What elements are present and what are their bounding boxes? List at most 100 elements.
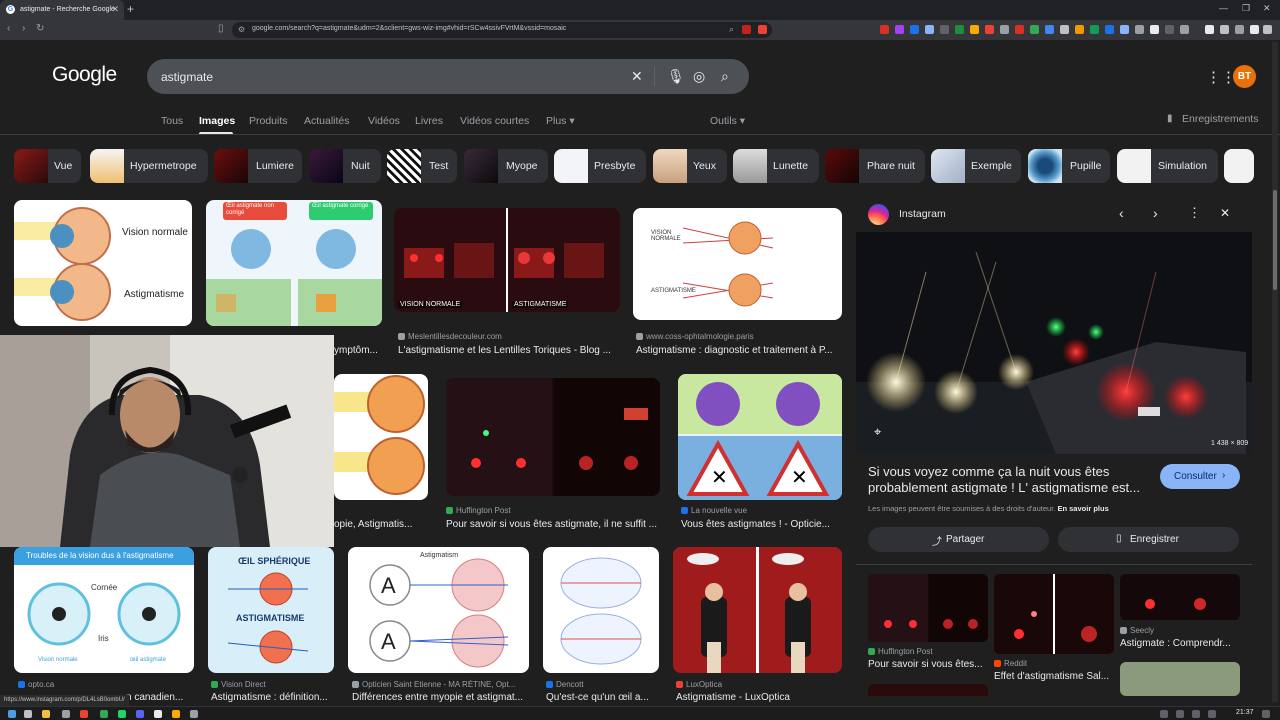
menu-icon[interactable] — [1263, 25, 1272, 34]
chip-exemple[interactable]: Exemple — [931, 149, 1021, 183]
extension-icon[interactable] — [1165, 25, 1174, 34]
panel-source[interactable]: Instagram — [899, 208, 946, 220]
related-source[interactable]: Reddit — [994, 659, 1027, 668]
more-options-icon[interactable]: ⋮ — [1188, 205, 1201, 221]
share-button[interactable]: ⤴ Partager — [868, 527, 1049, 552]
microphone-icon[interactable]: 🎙 — [667, 68, 685, 85]
chip-vue[interactable]: Vue — [14, 149, 81, 183]
chip-yeux[interactable]: Yeux — [653, 149, 727, 183]
chip-more[interactable] — [1224, 149, 1254, 183]
zoom-icon[interactable]: ⌕ — [729, 24, 734, 35]
related-image[interactable] — [994, 574, 1114, 654]
result-image[interactable] — [446, 378, 660, 496]
tab-actualites[interactable]: Actualités — [304, 115, 350, 127]
extension-icon[interactable] — [1220, 25, 1229, 34]
maximize-icon[interactable]: ❐ — [1242, 3, 1250, 14]
extension-icon[interactable] — [970, 25, 979, 34]
result-image[interactable]: Troubles de la vision dus à l'astigmatis… — [14, 547, 194, 673]
extension-icon[interactable] — [925, 25, 934, 34]
result-source[interactable]: Opticien Saint Etienne - MA RÉTINE, Opt.… — [352, 680, 530, 689]
side-panel-icon[interactable] — [1205, 25, 1214, 34]
save-button[interactable]: ▯ Enregistrer — [1058, 527, 1239, 552]
chip-hypermetrope[interactable]: Hypermetrope — [90, 149, 208, 183]
app-icon[interactable] — [62, 710, 70, 718]
chip-myope[interactable]: Myope — [464, 149, 548, 183]
extension-icon[interactable] — [1015, 25, 1024, 34]
wifi-icon[interactable] — [1192, 710, 1200, 718]
tab-livres[interactable]: Livres — [415, 115, 443, 127]
scrollbar[interactable] — [1272, 42, 1278, 702]
close-window-icon[interactable]: ✕ — [1263, 3, 1271, 14]
result-title[interactable]: Pour savoir si vous êtes astigmate, il n… — [446, 519, 660, 530]
google-logo[interactable]: Google — [52, 63, 117, 87]
result-image[interactable]: VISION NORMALE ASTIGMATISME — [394, 208, 620, 312]
extension-icon[interactable] — [985, 25, 994, 34]
search-input[interactable]: astigmate — [161, 70, 213, 84]
preview-image[interactable]: ⌖ 1 438 × 809 — [856, 232, 1252, 454]
result-image[interactable]: Vision normale Astigmatisme — [14, 200, 192, 326]
extension-icon[interactable] — [1045, 25, 1054, 34]
next-icon[interactable]: › — [1153, 205, 1158, 221]
tab-images[interactable]: Images — [199, 115, 235, 127]
browser-tab[interactable]: G astigmate - Recherche Google ✕ — [0, 0, 124, 20]
result-source[interactable]: LuxOptica — [676, 680, 722, 689]
lens-search-icon[interactable]: ⌖ — [874, 424, 881, 440]
result-source[interactable]: www.coss-ophtalmologie.paris — [636, 332, 754, 341]
search-box[interactable]: astigmate ✕ 🎙 ◎ ⌕ — [147, 59, 749, 94]
new-tab-button[interactable]: + — [127, 2, 134, 16]
app-icon[interactable] — [154, 710, 162, 718]
result-title[interactable]: opie, Astigmatis... — [334, 519, 426, 530]
back-icon[interactable]: ‹ — [7, 23, 10, 34]
extension-icon[interactable] — [1075, 25, 1084, 34]
reload-icon[interactable]: ↻ — [36, 23, 44, 34]
extension-icon[interactable] — [758, 25, 767, 34]
chip-pupille[interactable]: Pupille — [1028, 149, 1110, 183]
result-title[interactable]: Astigmatisme : définition... — [211, 692, 335, 703]
result-title[interactable]: Qu'est-ce qu'un œil a... — [546, 692, 658, 703]
whatsapp-icon[interactable] — [118, 710, 126, 718]
profile-icon[interactable] — [1250, 25, 1259, 34]
result-title[interactable]: Vous êtes astigmates ! - Opticie... — [681, 519, 843, 530]
search-icon[interactable]: ⌕ — [721, 68, 729, 85]
folder-icon[interactable] — [42, 710, 50, 718]
app-icon[interactable] — [100, 710, 108, 718]
avatar[interactable]: BT — [1233, 65, 1256, 88]
app-icon[interactable] — [80, 710, 88, 718]
result-image[interactable]: ✕ ✕ — [678, 374, 842, 500]
extension-icon[interactable] — [1120, 25, 1129, 34]
close-icon[interactable]: ✕ — [1220, 206, 1230, 220]
result-image[interactable] — [334, 374, 428, 500]
extension-icon[interactable] — [1105, 25, 1114, 34]
extension-icon[interactable] — [1135, 25, 1144, 34]
result-title[interactable]: L'astigmatisme et les Lentilles Toriques… — [398, 345, 620, 356]
chip-lumiere[interactable]: Lumiere — [214, 149, 302, 183]
saved-link[interactable]: Enregistrements — [1182, 113, 1258, 125]
result-source[interactable]: La nouvelle vue — [681, 506, 747, 515]
previous-icon[interactable]: ‹ — [1119, 205, 1124, 221]
app-icon[interactable] — [190, 710, 198, 718]
tab-videos-courtes[interactable]: Vidéos courtes — [460, 115, 529, 127]
extension-icon[interactable] — [1150, 25, 1159, 34]
related-image[interactable] — [868, 684, 988, 696]
result-image[interactable]: Astigmatism A A — [348, 547, 529, 673]
result-title[interactable]: ymptôm... — [334, 345, 382, 356]
windows-start-icon[interactable] — [8, 710, 16, 718]
extension-icon[interactable] — [910, 25, 919, 34]
search-icon[interactable] — [24, 710, 32, 718]
notification-icon[interactable] — [1262, 710, 1270, 718]
result-source[interactable]: Vision Direct — [211, 680, 266, 689]
chip-presbyte[interactable]: Presbyte — [554, 149, 646, 183]
related-source[interactable]: Huffington Post — [868, 647, 933, 656]
related-source[interactable]: Seecly — [1120, 626, 1154, 635]
result-image[interactable]: VISION NORMALE ASTIGMATISME — [633, 208, 842, 320]
result-title[interactable]: n canadien... — [126, 692, 196, 703]
minimize-icon[interactable]: — — [1219, 3, 1228, 13]
result-source[interactable]: Meslentillesdecouleur.com — [398, 332, 502, 341]
preview-title[interactable]: Si vous voyez comme ça la nuit vous êtes… — [868, 464, 1148, 496]
scrollbar-thumb[interactable] — [1273, 190, 1277, 290]
forward-icon[interactable]: › — [22, 23, 25, 34]
related-title[interactable]: Astigmate : Comprendr... — [1120, 638, 1240, 649]
chip-lunette[interactable]: Lunette — [733, 149, 819, 183]
tray-icon[interactable] — [1160, 710, 1168, 718]
volume-icon[interactable] — [1208, 710, 1216, 718]
